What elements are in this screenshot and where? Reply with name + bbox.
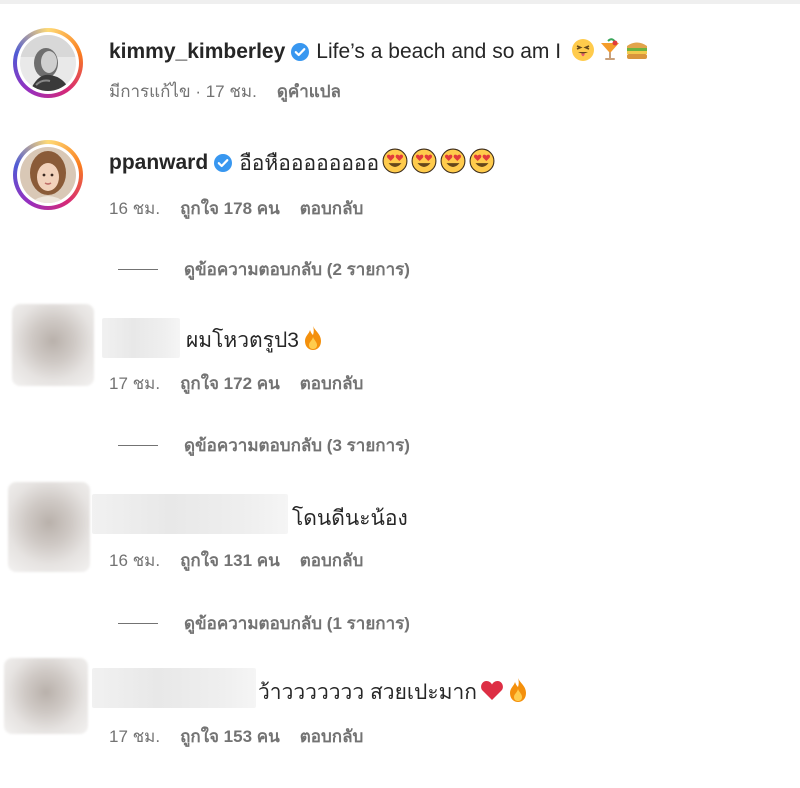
- comment-text: ว้าววววววว สวยเปะมาก: [258, 680, 478, 704]
- comment-avatar[interactable]: [13, 140, 83, 210]
- comment-text: โดนดีนะน้อง: [292, 506, 408, 530]
- caption-line: kimmy_kimberley Life’s a beach and so am…: [109, 37, 649, 67]
- comment-time: 16 ชม.: [109, 550, 161, 570]
- view-replies-label: ดูข้อความตอบกลับ (1 รายการ): [184, 613, 410, 633]
- reply-button[interactable]: ตอบกลับ: [300, 195, 364, 222]
- heart-eyes-icon: [440, 148, 466, 179]
- caption-edited-time: มีการแก้ไข · 17 ชม.: [109, 81, 257, 101]
- blurred-avatar[interactable]: [4, 658, 88, 734]
- caption-meta: มีการแก้ไข · 17 ชม. ดูคำแปล: [109, 80, 361, 102]
- replies-divider: [118, 444, 158, 446]
- reply-button[interactable]: ตอบกลับ: [300, 723, 364, 750]
- comment-username[interactable]: ppanward: [109, 151, 208, 175]
- red-heart-icon: [480, 679, 504, 706]
- squinting-face-with-tongue-icon: [571, 38, 595, 67]
- replies-divider: [118, 622, 158, 624]
- blurred-username[interactable]: [102, 318, 180, 358]
- comment-time: 17 ชม.: [109, 373, 161, 393]
- verified-badge-icon: [290, 42, 310, 62]
- heart-eyes-icon: [411, 148, 437, 179]
- translate-link[interactable]: ดูคำแปล: [277, 78, 341, 105]
- replies-divider: [118, 268, 158, 270]
- likes-count[interactable]: ถูกใจ 131 คน: [180, 547, 280, 574]
- tropical-drink-icon: [598, 37, 622, 67]
- caption-text: Life’s a beach and so am I: [316, 40, 562, 63]
- top-divider: [0, 0, 800, 4]
- comment-line: ผมโหวตรูป3: [186, 325, 324, 355]
- sandwich-icon: [625, 38, 649, 67]
- caption-avatar[interactable]: [13, 28, 83, 98]
- likes-count[interactable]: ถูกใจ 172 คน: [180, 370, 280, 397]
- blurred-avatar[interactable]: [12, 304, 94, 386]
- comment-meta: 17 ชม. ถูกใจ 153 คน ตอบกลับ: [109, 725, 383, 747]
- caption-username[interactable]: kimmy_kimberley: [109, 40, 285, 64]
- comment-meta: 16 ชม. ถูกใจ 178 คน ตอบกลับ: [109, 197, 383, 219]
- comment-text: อือหืออออออออ: [239, 151, 380, 175]
- comment-meta: 16 ชม. ถูกใจ 131 คน ตอบกลับ: [109, 549, 383, 571]
- blurred-username[interactable]: [92, 668, 256, 708]
- fire-icon: [302, 325, 324, 356]
- heart-eyes-icon: [382, 148, 408, 179]
- view-replies-label: ดูข้อความตอบกลับ (3 รายการ): [184, 435, 410, 455]
- view-replies-button[interactable]: ดูข้อความตอบกลับ (3 รายการ): [118, 434, 410, 456]
- likes-count[interactable]: ถูกใจ 178 คน: [180, 195, 280, 222]
- view-replies-button[interactable]: ดูข้อความตอบกลับ (1 รายการ): [118, 612, 410, 634]
- view-replies-label: ดูข้อความตอบกลับ (2 รายการ): [184, 259, 410, 279]
- verified-badge-icon: [213, 153, 233, 173]
- comment-meta: 17 ชม. ถูกใจ 172 คน ตอบกลับ: [109, 372, 383, 394]
- blurred-username[interactable]: [92, 494, 288, 534]
- comment-line: ppanward อือหืออออออออ: [109, 148, 495, 178]
- comment-time: 16 ชม.: [109, 198, 161, 218]
- view-replies-button[interactable]: ดูข้อความตอบกลับ (2 รายการ): [118, 258, 410, 280]
- fire-icon: [507, 677, 529, 708]
- likes-count[interactable]: ถูกใจ 153 คน: [180, 723, 280, 750]
- reply-button[interactable]: ตอบกลับ: [300, 547, 364, 574]
- blurred-avatar[interactable]: [8, 482, 90, 572]
- comment-time: 17 ชม.: [109, 726, 161, 746]
- comment-line: โดนดีนะน้อง: [292, 503, 408, 533]
- heart-eyes-icon: [469, 148, 495, 179]
- comment-text: ผมโหวตรูป3: [186, 328, 299, 352]
- comment-line: ว้าววววววว สวยเปะมาก: [258, 677, 529, 707]
- reply-button[interactable]: ตอบกลับ: [300, 370, 364, 397]
